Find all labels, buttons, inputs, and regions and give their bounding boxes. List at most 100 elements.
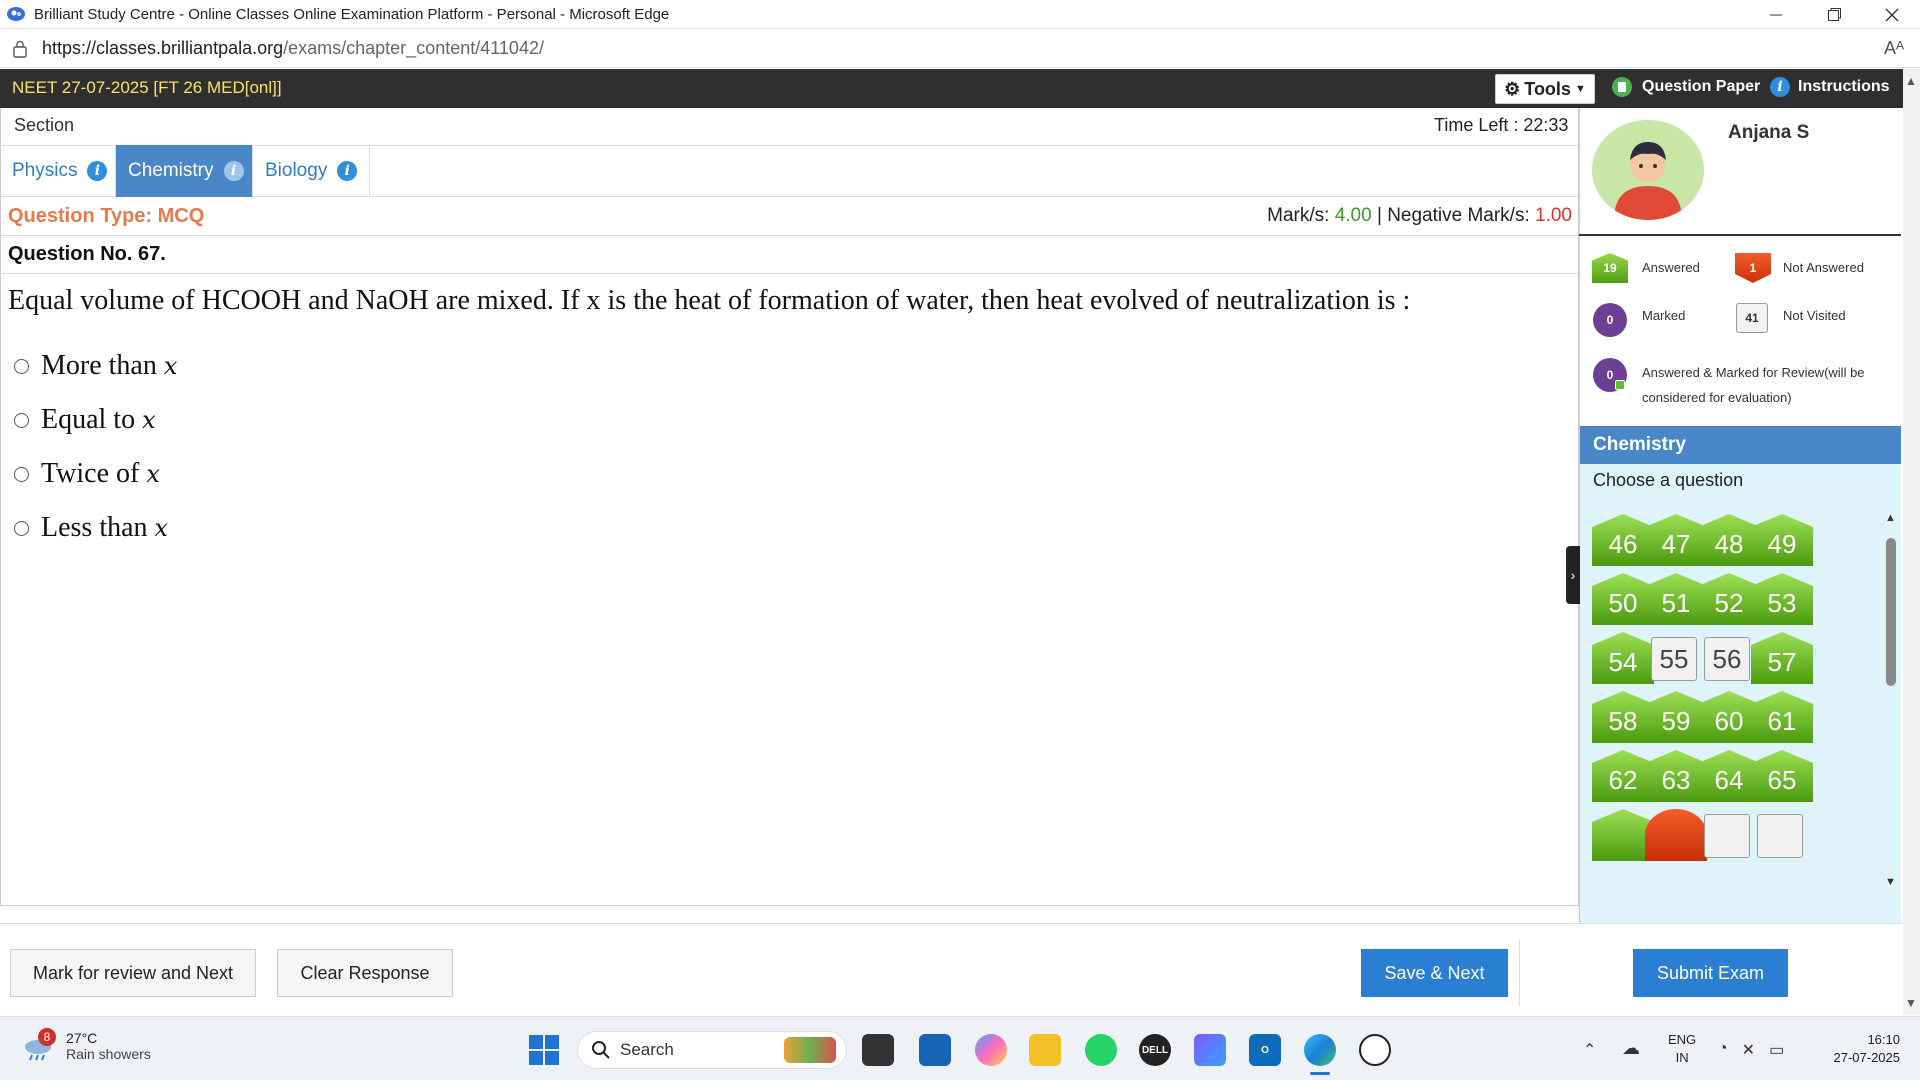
question-button-53[interactable]: 53	[1751, 573, 1813, 625]
question-button-65[interactable]: 65	[1751, 750, 1813, 802]
question-button-52[interactable]: 52	[1698, 573, 1760, 625]
submit-exam-button[interactable]: Submit Exam	[1633, 949, 1788, 997]
microsoft-365-icon[interactable]	[1194, 1034, 1226, 1066]
weather-widget[interactable]: 8 27°C Rain showers	[22, 1028, 151, 1062]
negative-marks-value: 1.00	[1535, 205, 1572, 226]
tab-chemistry[interactable]: Chemistry i	[116, 145, 253, 197]
palette-scroll-thumb[interactable]	[1886, 538, 1896, 686]
radio-button[interactable]	[14, 520, 29, 536]
marks-value: 4.00	[1334, 205, 1372, 226]
task-view-icon[interactable]	[862, 1034, 894, 1066]
system-tray[interactable]: ◔ ✕ ▭	[1718, 1040, 1784, 1060]
question-button-63[interactable]: 63	[1645, 750, 1707, 802]
whatsapp-icon[interactable]	[1085, 1034, 1117, 1066]
store-icon[interactable]	[919, 1034, 951, 1066]
close-icon	[1885, 8, 1899, 21]
tools-button[interactable]: ⚙ Tools ▼	[1495, 74, 1595, 104]
outlook-icon[interactable]: O	[1249, 1034, 1281, 1066]
info-icon: i	[1770, 77, 1790, 97]
restore-button[interactable]	[1806, 0, 1862, 29]
tab-biology[interactable]: Biology i	[253, 145, 370, 197]
option-2[interactable]: Equal to x	[14, 400, 156, 440]
gear-icon: ⚙	[1504, 78, 1521, 99]
battery-icon[interactable]: ▭	[1769, 1040, 1784, 1060]
question-button-55[interactable]: 55	[1651, 637, 1697, 681]
question-button-56[interactable]: 56	[1704, 637, 1750, 681]
clock[interactable]: 16:10 27-07-2025	[1810, 1031, 1901, 1067]
chatgpt-icon[interactable]	[1359, 1034, 1391, 1066]
read-aloud-icon[interactable]: Aᴬ	[1884, 38, 1904, 59]
edge-profile-icon[interactable]	[7, 6, 25, 22]
answered-marked-label: Answered & Marked for Review(will be con…	[1642, 365, 1865, 405]
question-button[interactable]	[1645, 809, 1707, 861]
onedrive-icon[interactable]: ☁	[1622, 1038, 1640, 1059]
minimize-icon	[1770, 14, 1782, 15]
question-button-60[interactable]: 60	[1698, 691, 1760, 743]
radio-button[interactable]	[14, 466, 29, 482]
legend-divider	[1579, 234, 1901, 236]
question-button-58[interactable]: 58	[1592, 691, 1654, 743]
mark-review-next-button[interactable]: Mark for review and Next	[10, 949, 256, 997]
url-field[interactable]: https://classes.brilliantpala.org/exams/…	[42, 38, 544, 59]
option-1[interactable]: More than x	[14, 346, 177, 386]
option-3[interactable]: Twice of x	[14, 454, 160, 494]
taskbar-search[interactable]: Search	[577, 1031, 847, 1069]
copilot-icon[interactable]	[975, 1034, 1007, 1066]
clock-time: 16:10	[1867, 1032, 1900, 1047]
exam-title: NEET 27-07-2025 [FT 26 MED[onl]]	[12, 78, 282, 97]
question-button[interactable]	[1704, 814, 1750, 858]
dell-icon[interactable]: DELL	[1139, 1034, 1171, 1066]
instructions-label: Instructions	[1798, 78, 1890, 95]
save-next-button[interactable]: Save & Next	[1361, 949, 1508, 997]
minimize-button[interactable]	[1748, 0, 1804, 29]
clock-date: 27-07-2025	[1833, 1050, 1901, 1065]
tab-physics[interactable]: Physics i	[0, 145, 116, 197]
close-button[interactable]	[1864, 0, 1920, 29]
file-explorer-icon[interactable]	[1029, 1034, 1061, 1066]
page-scrollbar[interactable]	[1903, 69, 1920, 1015]
scroll-up-icon[interactable]: ▲	[1905, 74, 1917, 88]
avatar	[1592, 120, 1704, 220]
question-button-62[interactable]: 62	[1592, 750, 1654, 802]
question-paper-link[interactable]: Question Paper	[1612, 77, 1760, 97]
lock-icon[interactable]	[12, 40, 28, 58]
question-button-59[interactable]: 59	[1645, 691, 1707, 743]
question-button-54[interactable]: 54	[1592, 632, 1654, 684]
question-button-57[interactable]: 57	[1751, 632, 1813, 684]
question-button-50[interactable]: 50	[1592, 573, 1654, 625]
option-4[interactable]: Less than x	[14, 508, 168, 548]
not-visited-label: Not Visited	[1783, 308, 1846, 323]
radio-button[interactable]	[14, 412, 29, 428]
scroll-down-icon[interactable]: ▼	[1885, 876, 1896, 888]
question-button-61[interactable]: 61	[1751, 691, 1813, 743]
question-paper-label: Question Paper	[1642, 78, 1761, 95]
tab-label: Physics	[12, 160, 78, 181]
question-button-48[interactable]: 48	[1698, 514, 1760, 566]
instructions-link[interactable]: i Instructions	[1770, 77, 1890, 97]
info-icon[interactable]: i	[87, 161, 108, 181]
language-indicator[interactable]: ENG IN	[1668, 1031, 1696, 1067]
tray-chevron-icon[interactable]: ⌃	[1583, 1040, 1596, 1060]
radio-button[interactable]	[14, 358, 29, 374]
scroll-down-icon[interactable]: ▼	[1905, 996, 1917, 1010]
question-button-46[interactable]: 46	[1592, 514, 1654, 566]
info-icon[interactable]: i	[223, 161, 244, 181]
collapse-panel-button[interactable]: ›	[1566, 546, 1580, 604]
question-button-47[interactable]: 47	[1645, 514, 1707, 566]
tab-label: Chemistry	[128, 160, 214, 181]
choose-question-label: Choose a question	[1593, 470, 1744, 490]
question-button-51[interactable]: 51	[1645, 573, 1707, 625]
question-button-64[interactable]: 64	[1698, 750, 1760, 802]
section-label: Section	[14, 115, 75, 135]
user-avatar-icon	[1592, 120, 1704, 220]
info-icon[interactable]: i	[337, 161, 358, 181]
wifi-icon[interactable]: ◔	[1718, 1040, 1728, 1060]
scroll-up-icon[interactable]: ▲	[1885, 512, 1896, 524]
edge-icon[interactable]	[1304, 1034, 1336, 1066]
clear-response-button[interactable]: Clear Response	[277, 949, 453, 997]
search-highlight-icon	[784, 1037, 836, 1063]
volume-muted-icon[interactable]: ✕	[1742, 1040, 1755, 1060]
question-button[interactable]	[1757, 814, 1803, 858]
question-button-49[interactable]: 49	[1751, 514, 1813, 566]
windows-start-icon[interactable]	[529, 1035, 559, 1065]
